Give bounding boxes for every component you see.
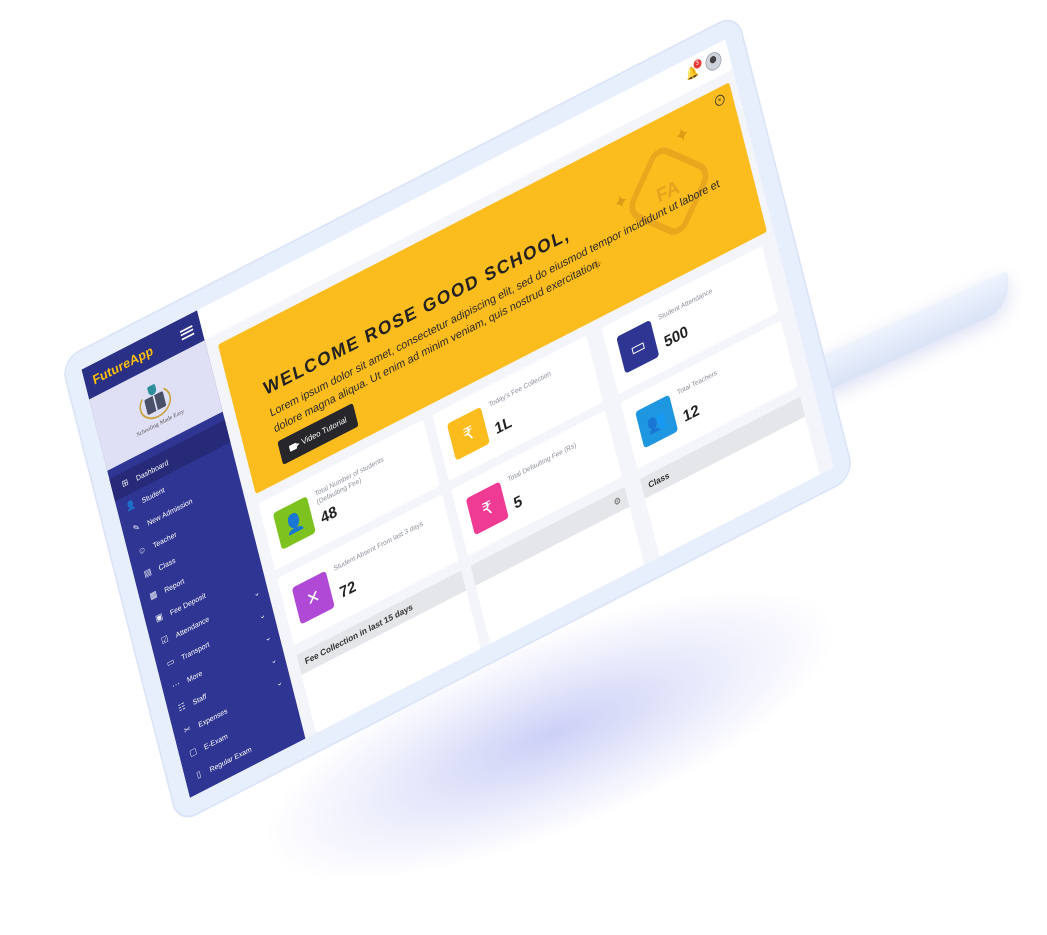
transport-icon: ▭ [165, 656, 176, 670]
stat-value: 500 [662, 322, 690, 351]
stat-value: 12 [681, 400, 701, 426]
class-icon: ▤ [143, 566, 153, 580]
stat-value: 5 [511, 491, 524, 513]
expenses-icon: ✂ [183, 723, 192, 737]
chevron-down-icon: ⌄ [252, 587, 261, 599]
sidebar-item-label: Staff [191, 691, 208, 707]
attendance-icon: ☑ [160, 634, 170, 647]
stat-value: 48 [319, 502, 339, 527]
chevron-down-icon: ⌄ [258, 609, 267, 622]
user-avatar[interactable] [703, 49, 724, 74]
stat-value: 72 [337, 577, 358, 602]
e-exam-icon: ▢ [188, 746, 199, 759]
chevron-down-icon: ⌄ [275, 676, 284, 689]
student-icon: 👤 [124, 499, 137, 514]
gear-icon[interactable]: ⚙ [613, 495, 622, 508]
chevron-down-icon: ⌄ [269, 654, 278, 666]
report-icon: ▦ [148, 589, 159, 603]
rupee-icon: ₹ [446, 406, 490, 461]
dashboard-icon: ⊞ [120, 477, 130, 490]
sidebar-item-label: Class [157, 555, 177, 572]
staff-icon: ☷ [177, 701, 187, 715]
admission-icon: ✎ [132, 522, 141, 535]
user-icon: 👤 [272, 496, 316, 550]
fee-deposit-icon: ▣ [154, 611, 165, 625]
calendar-x-icon: ✕ [291, 570, 335, 625]
star-icon: ✦ [611, 188, 631, 217]
teacher-icon: ☺ [137, 544, 148, 558]
users-icon: 👥 [635, 394, 679, 449]
stat-value: 1L [493, 412, 514, 438]
regular-exam-icon: ▯ [195, 769, 203, 781]
hamburger-menu-icon[interactable] [179, 324, 195, 341]
sidebar-item-label: More [185, 667, 203, 684]
monitor-icon: ▭ [616, 319, 660, 374]
close-icon[interactable]: × [713, 92, 726, 108]
video-camera-icon [288, 442, 298, 452]
chevron-down-icon: ⌄ [263, 632, 272, 644]
more-icon: ⋯ [171, 678, 182, 692]
sidebar-item-label: Report [163, 575, 186, 595]
money-icon: ₹ [465, 481, 509, 536]
notification-badge: 3 [692, 57, 703, 71]
star-icon: ✦ [672, 120, 693, 150]
